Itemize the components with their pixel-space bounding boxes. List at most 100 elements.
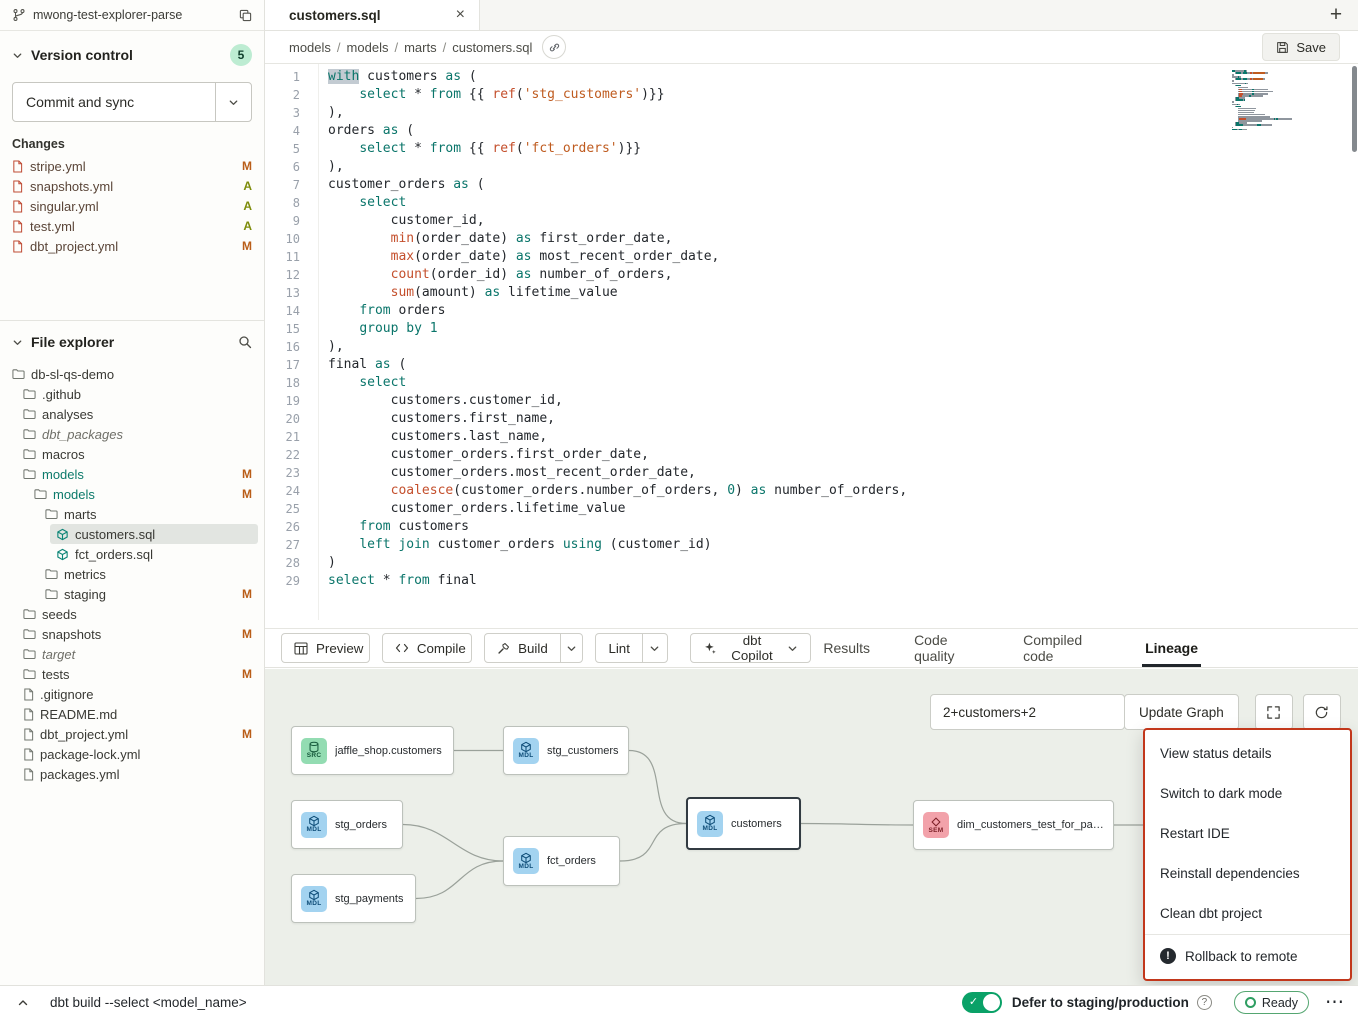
code-text: customers.customer_id, — [300, 392, 563, 410]
changed-file-stripe-yml[interactable]: stripe.ymlM — [0, 156, 264, 176]
save-button[interactable]: Save — [1262, 33, 1340, 61]
lineage-selector-input[interactable] — [930, 694, 1125, 730]
menu-item-rollback-to-remote[interactable]: !Rollback to remote — [1145, 936, 1350, 976]
new-tab-button[interactable]: + — [1314, 0, 1358, 30]
code-editor[interactable]: 1with customers as (2 select * from {{ r… — [265, 64, 1358, 628]
tab-customers-sql[interactable]: customers.sql × — [265, 0, 480, 30]
line-number: 21 — [265, 428, 300, 446]
tree-item-gitignore[interactable]: .gitignore — [0, 684, 264, 704]
tree-item-metrics[interactable]: metrics — [0, 564, 264, 584]
lineage-node-stg-orders[interactable]: MDLstg_orders — [291, 800, 403, 849]
changed-file-snapshots-yml[interactable]: snapshots.ymlA — [0, 176, 264, 196]
build-dropdown[interactable] — [560, 634, 583, 662]
tab-lineage[interactable]: Lineage — [1145, 629, 1198, 667]
scrollbar-thumb[interactable] — [1352, 66, 1357, 152]
tree-item-customers-sql[interactable]: customers.sql — [0, 524, 264, 544]
tree-item-dbt-project-yml[interactable]: dbt_project.ymlM — [0, 724, 264, 744]
editor-scrollbar[interactable] — [1350, 64, 1357, 628]
compile-button[interactable]: Compile — [383, 634, 472, 662]
tree-item-models[interactable]: modelsM — [0, 484, 264, 504]
menu-item-label: Rollback to remote — [1185, 949, 1298, 964]
tree-item-fct-orders-sql[interactable]: fct_orders.sql — [0, 544, 264, 564]
editor-toolbar: Preview Compile Build Lint — [265, 628, 1358, 668]
tab-compiled-code[interactable]: Compiled code — [1023, 629, 1101, 667]
commit-and-sync-button[interactable]: Commit and sync — [13, 83, 215, 121]
breadcrumb-segment-customers-sql[interactable]: customers.sql — [452, 40, 532, 55]
tree-item-staging[interactable]: stagingM — [0, 584, 264, 604]
menu-item-switch-to-dark-mode[interactable]: Switch to dark mode — [1145, 773, 1350, 813]
tree-item-readme-md[interactable]: README.md — [0, 704, 264, 724]
tree-item-dbt-packages[interactable]: dbt_packages — [0, 424, 264, 444]
line-number: 9 — [265, 212, 300, 230]
breadcrumb-segment-models[interactable]: models — [289, 40, 331, 55]
folder-icon — [23, 388, 36, 400]
preview-button[interactable]: Preview — [282, 634, 370, 662]
breadcrumb-segment-marts[interactable]: marts — [404, 40, 437, 55]
help-icon[interactable]: ? — [1197, 995, 1212, 1010]
menu-item-view-status-details[interactable]: View status details — [1145, 733, 1350, 773]
tab-code-quality[interactable]: Code quality — [914, 629, 979, 667]
folder-icon — [23, 608, 36, 620]
changed-file-singular-yml[interactable]: singular.ymlA — [0, 196, 264, 216]
commit-dropdown-button[interactable] — [215, 83, 251, 121]
tree-item-macros[interactable]: macros — [0, 444, 264, 464]
breadcrumb-separator: / — [394, 40, 398, 55]
dbt-copilot-button[interactable]: dbt Copilot — [691, 634, 811, 662]
lint-dropdown[interactable] — [642, 634, 667, 662]
tree-item-github[interactable]: .github — [0, 384, 264, 404]
tree-item-models[interactable]: modelsM — [0, 464, 264, 484]
close-tab-icon[interactable]: × — [456, 7, 465, 23]
tab-results[interactable]: Results — [823, 629, 870, 667]
link-icon[interactable] — [542, 35, 566, 59]
node-type-badge-mdl: MDL — [513, 738, 539, 764]
lineage-node-stg-payments[interactable]: MDLstg_payments — [291, 874, 416, 923]
breadcrumb-segment-models[interactable]: models — [347, 40, 389, 55]
lineage-node-stg-customers[interactable]: MDLstg_customers — [503, 726, 629, 775]
update-graph-button[interactable]: Update Graph — [1124, 694, 1239, 730]
tree-item-snapshots[interactable]: snapshotsM — [0, 624, 264, 644]
tree-item-tests[interactable]: testsM — [0, 664, 264, 684]
code-line-3: 3), — [265, 104, 907, 122]
breadcrumb: models/models/marts/customers.sql — [289, 40, 532, 55]
compile-button-group: Compile — [382, 633, 472, 663]
editor-tabbar: customers.sql × + — [265, 0, 1358, 31]
tree-item-analyses[interactable]: analyses — [0, 404, 264, 424]
changed-file-test-yml[interactable]: test.ymlA — [0, 216, 264, 236]
folder-icon — [23, 668, 36, 680]
lineage-node-jaffle-shop-customers[interactable]: SRCjaffle_shop.customers — [291, 726, 454, 775]
defer-toggle[interactable]: ✓ — [962, 992, 1002, 1013]
fullscreen-icon[interactable] — [1255, 694, 1293, 730]
lint-button[interactable]: Lint — [596, 634, 642, 662]
copy-branch-button[interactable] — [239, 9, 252, 22]
minimap[interactable] — [1232, 70, 1296, 131]
tree-item-db-sl-qs-demo[interactable]: db-sl-qs-demo — [0, 364, 264, 384]
tree-item-target[interactable]: target — [0, 644, 264, 664]
changed-file-name: snapshots.yml — [30, 179, 113, 194]
more-options-icon[interactable]: ⋯ — [1325, 991, 1344, 1014]
changed-file-dbt-project-yml[interactable]: dbt_project.ymlM — [0, 236, 264, 256]
lineage-node-dim-customers-test-for-parse[interactable]: SEMdim_customers_test_for_parse — [913, 800, 1114, 850]
build-button[interactable]: Build — [485, 634, 560, 662]
menu-item-restart-ide[interactable]: Restart IDE — [1145, 813, 1350, 853]
refresh-icon[interactable] — [1303, 694, 1341, 730]
line-number: 28 — [265, 554, 300, 572]
tree-item-label: dbt_project.yml — [40, 727, 128, 742]
expand-panel-icon[interactable] — [12, 992, 34, 1014]
tree-item-package-lock-yml[interactable]: package-lock.yml — [0, 744, 264, 764]
lineage-node-customers[interactable]: MDLcustomers — [686, 797, 801, 850]
node-type-badge-mdl: MDL — [513, 848, 539, 874]
search-icon[interactable] — [238, 335, 252, 349]
chevron-down-icon[interactable] — [12, 337, 23, 348]
menu-item-reinstall-dependencies[interactable]: Reinstall dependencies — [1145, 853, 1350, 893]
code-text: customer_orders as ( — [300, 176, 485, 194]
lineage-node-fct-orders[interactable]: MDLfct_orders — [503, 836, 620, 886]
tree-item-label: staging — [64, 587, 106, 602]
chevron-down-icon[interactable] — [12, 50, 23, 61]
folder-icon — [23, 408, 36, 420]
tree-item-seeds[interactable]: seeds — [0, 604, 264, 624]
tree-item-marts[interactable]: marts — [0, 504, 264, 524]
tree-item-packages-yml[interactable]: packages.yml — [0, 764, 264, 784]
line-number: 1 — [265, 68, 300, 86]
menu-item-clean-dbt-project[interactable]: Clean dbt project — [1145, 893, 1350, 933]
build-button-group: Build — [484, 633, 583, 663]
